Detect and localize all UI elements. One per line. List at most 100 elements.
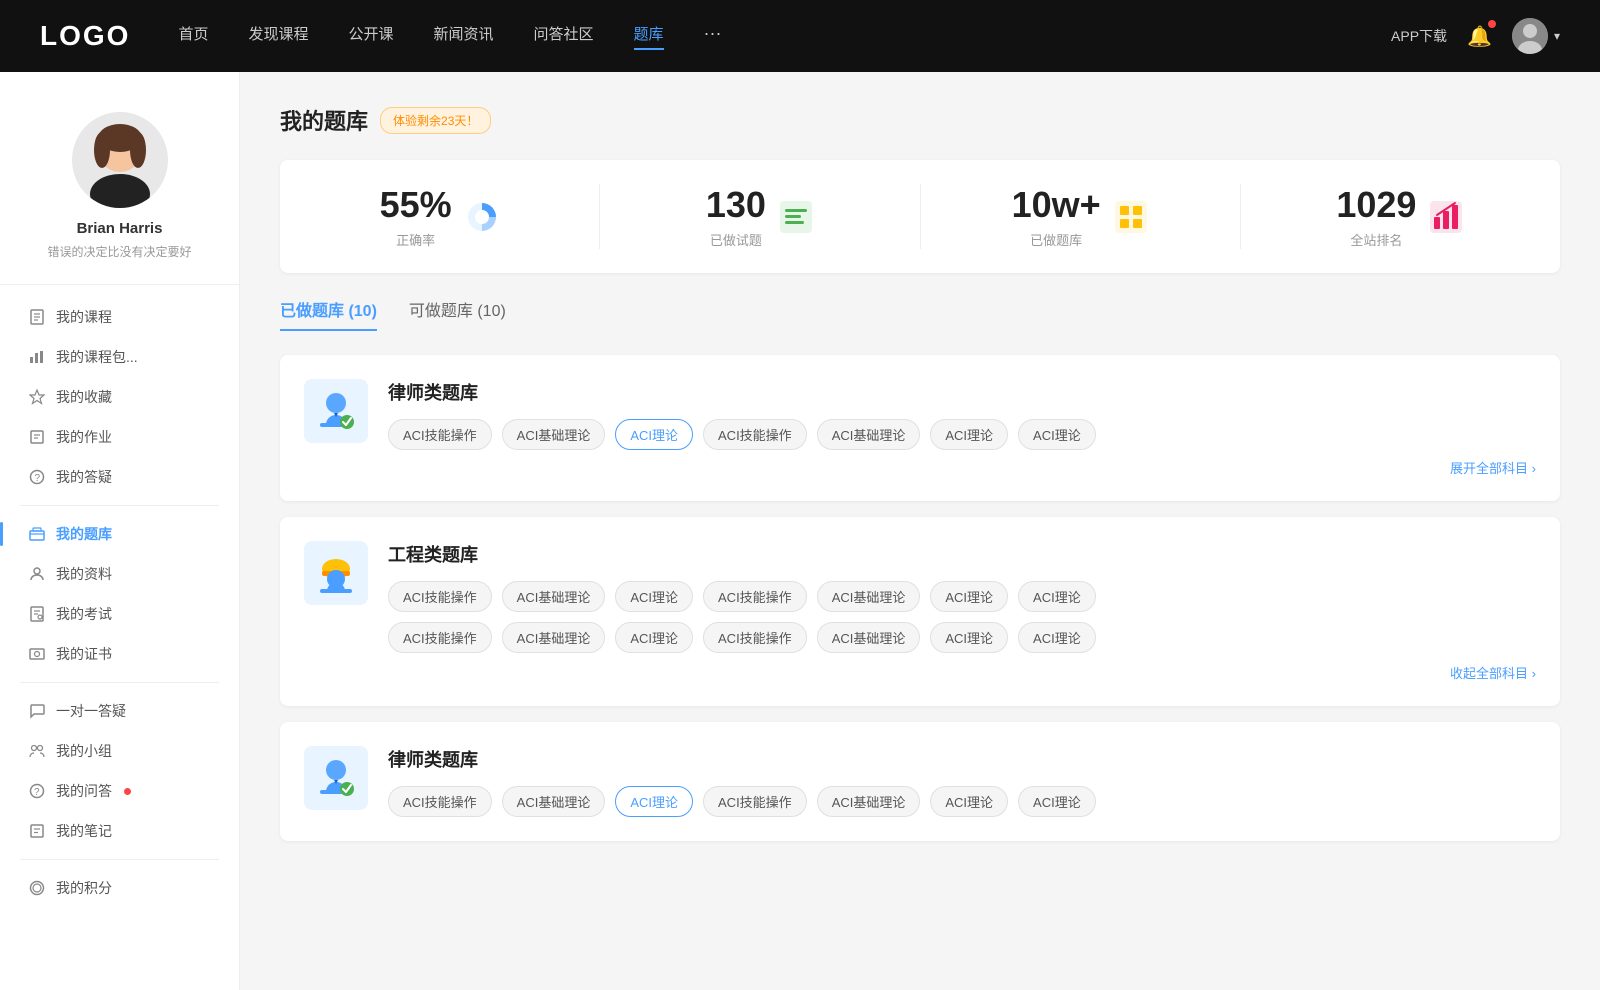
tag-item[interactable]: ACI技能操作 bbox=[388, 622, 492, 653]
nav-bank[interactable]: 题库 bbox=[634, 23, 664, 50]
avatar-area[interactable]: ▾ bbox=[1512, 18, 1560, 54]
tag-item[interactable]: ACI基础理论 bbox=[817, 581, 921, 612]
tag-item[interactable]: ACI理论 bbox=[1018, 419, 1096, 450]
stat-ranking-number: 1029 bbox=[1336, 184, 1416, 226]
bank-lawyer2-info: 律师类题库 ACI技能操作 ACI基础理论 ACI理论 ACI技能操作 ACI基… bbox=[388, 746, 1536, 817]
sidebar-item-questions[interactable]: ? 我的问答 bbox=[0, 771, 239, 811]
app-download-button[interactable]: APP下载 bbox=[1391, 26, 1447, 46]
tag-item[interactable]: ACI理论 bbox=[930, 786, 1008, 817]
sidebar-item-profile[interactable]: 我的资料 bbox=[0, 554, 239, 594]
stat-accuracy: 55% 正确率 bbox=[280, 184, 600, 249]
tag-item[interactable]: ACI技能操作 bbox=[703, 581, 807, 612]
tag-item[interactable]: ACI技能操作 bbox=[703, 622, 807, 653]
bank-card-lawyer-tags: ACI技能操作 ACI基础理论 ACI理论 ACI技能操作 ACI基础理论 AC… bbox=[388, 419, 1536, 450]
points-icon bbox=[28, 879, 46, 897]
profile-avatar bbox=[72, 112, 168, 208]
tag-item[interactable]: ACI基础理论 bbox=[502, 622, 606, 653]
sidebar-menu: 我的课程 我的课程包... 我的收藏 我的作业 bbox=[0, 285, 239, 920]
sidebar-item-points-label: 我的积分 bbox=[56, 878, 112, 898]
tag-item[interactable]: ACI技能操作 bbox=[388, 581, 492, 612]
sidebar-item-course-pack[interactable]: 我的课程包... bbox=[0, 337, 239, 377]
bank-card-lawyer-name: 律师类题库 bbox=[388, 379, 1536, 405]
stat-banks-number: 10w+ bbox=[1012, 184, 1101, 226]
bank-icon bbox=[28, 525, 46, 543]
tag-item[interactable]: ACI理论 bbox=[930, 581, 1008, 612]
sidebar-item-points[interactable]: 我的积分 bbox=[0, 868, 239, 908]
tag-item[interactable]: ACI基础理论 bbox=[817, 622, 921, 653]
bank-card-lawyer: 律师类题库 ACI技能操作 ACI基础理论 ACI理论 ACI技能操作 ACI基… bbox=[280, 355, 1560, 501]
tag-item[interactable]: ACI基础理论 bbox=[502, 581, 606, 612]
tag-item[interactable]: ACI理论 bbox=[930, 419, 1008, 450]
nav-items: 首页 发现课程 公开课 新闻资讯 问答社区 题库 ··· bbox=[178, 23, 721, 50]
bar-up-icon bbox=[1428, 199, 1464, 235]
tag-item[interactable]: ACI基础理论 bbox=[502, 786, 606, 817]
tag-item[interactable]: ACI技能操作 bbox=[703, 786, 807, 817]
profile-name: Brian Harris bbox=[20, 220, 219, 237]
tag-item[interactable]: ACI技能操作 bbox=[388, 419, 492, 450]
homework-icon bbox=[28, 428, 46, 446]
tag-item[interactable]: ACI基础理论 bbox=[817, 419, 921, 450]
bank-card-lawyer2-name: 律师类题库 bbox=[388, 746, 1536, 772]
collapse-engineer-link[interactable]: 收起全部科目 › bbox=[388, 663, 1536, 682]
stat-accuracy-label: 正确率 bbox=[380, 230, 452, 249]
bank-card-engineer-header: 工程类题库 ACI技能操作 ACI基础理论 ACI理论 ACI技能操作 ACI基… bbox=[304, 541, 1536, 682]
bank-engineer-info: 工程类题库 ACI技能操作 ACI基础理论 ACI理论 ACI技能操作 ACI基… bbox=[388, 541, 1536, 682]
nav-qa[interactable]: 问答社区 bbox=[534, 23, 594, 50]
sidebar-item-group[interactable]: 我的小组 bbox=[0, 731, 239, 771]
tag-item[interactable]: ACI技能操作 bbox=[388, 786, 492, 817]
avatar bbox=[1512, 18, 1548, 54]
sidebar-item-cert[interactable]: 我的证书 bbox=[0, 634, 239, 674]
expand-lawyer-link[interactable]: 展开全部科目 › bbox=[388, 458, 1536, 477]
stat-banks-label: 已做题库 bbox=[1012, 230, 1101, 249]
logo: LOGO bbox=[40, 20, 130, 52]
tag-item[interactable]: ACI理论 bbox=[1018, 622, 1096, 653]
qa-icon: ? bbox=[28, 782, 46, 800]
page-title: 我的题库 bbox=[280, 104, 368, 136]
question-circle-icon: ? bbox=[28, 468, 46, 486]
nav-more[interactable]: ··· bbox=[704, 23, 722, 50]
sidebar-item-qa-label: 我的答疑 bbox=[56, 467, 112, 487]
lawyer2-icon bbox=[304, 746, 368, 810]
stat-ranking-label: 全站排名 bbox=[1336, 230, 1416, 249]
tag-item[interactable]: ACI理论 bbox=[1018, 786, 1096, 817]
tag-item-active[interactable]: ACI理论 bbox=[615, 419, 693, 450]
tag-item[interactable]: ACI理论 bbox=[930, 622, 1008, 653]
exam-icon bbox=[28, 605, 46, 623]
tag-item[interactable]: ACI理论 bbox=[615, 581, 693, 612]
sidebar-item-bank[interactable]: 我的题库 bbox=[0, 514, 239, 554]
tag-item[interactable]: ACI技能操作 bbox=[703, 419, 807, 450]
tab-done-banks[interactable]: 已做题库 (10) bbox=[280, 297, 377, 331]
sidebar-item-one-on-one[interactable]: 一对一答疑 bbox=[0, 691, 239, 731]
nav-discover[interactable]: 发现课程 bbox=[248, 23, 308, 50]
sidebar-item-favorites[interactable]: 我的收藏 bbox=[0, 377, 239, 417]
sidebar-item-exam[interactable]: 我的考试 bbox=[0, 594, 239, 634]
sidebar-item-homework[interactable]: 我的作业 bbox=[0, 417, 239, 457]
content-area: 我的题库 体验剩余23天！ 55% 正确率 bbox=[240, 72, 1600, 990]
tag-item[interactable]: ACI理论 bbox=[615, 622, 693, 653]
sidebar-item-exam-label: 我的考试 bbox=[56, 604, 112, 624]
bank-card-lawyer2-header: 律师类题库 ACI技能操作 ACI基础理论 ACI理论 ACI技能操作 ACI基… bbox=[304, 746, 1536, 817]
sidebar-item-cert-label: 我的证书 bbox=[56, 644, 112, 664]
page-header: 我的题库 体验剩余23天！ bbox=[280, 104, 1560, 136]
nav-news[interactable]: 新闻资讯 bbox=[434, 23, 494, 50]
sidebar-item-homework-label: 我的作业 bbox=[56, 427, 112, 447]
nav-open[interactable]: 公开课 bbox=[348, 23, 393, 50]
chat-icon bbox=[28, 702, 46, 720]
bank-card-header: 律师类题库 ACI技能操作 ACI基础理论 ACI理论 ACI技能操作 ACI基… bbox=[304, 379, 1536, 477]
sidebar-item-questions-label: 我的问答 bbox=[56, 781, 112, 801]
list-chart-icon bbox=[778, 199, 814, 235]
tag-item-active[interactable]: ACI理论 bbox=[615, 786, 693, 817]
tab-available-banks[interactable]: 可做题库 (10) bbox=[409, 297, 506, 331]
tag-item[interactable]: ACI基础理论 bbox=[817, 786, 921, 817]
tag-item[interactable]: ACI理论 bbox=[1018, 581, 1096, 612]
pie-chart-icon bbox=[464, 199, 500, 235]
tag-item[interactable]: ACI基础理论 bbox=[502, 419, 606, 450]
bank-card-engineer-tags-row2: ACI技能操作 ACI基础理论 ACI理论 ACI技能操作 ACI基础理论 AC… bbox=[388, 622, 1536, 653]
bell-icon[interactable]: 🔔 bbox=[1467, 24, 1492, 49]
sidebar-item-qa[interactable]: ? 我的答疑 bbox=[0, 457, 239, 497]
nav-home[interactable]: 首页 bbox=[178, 23, 208, 50]
menu-divider-3 bbox=[20, 859, 219, 860]
sidebar-item-courses[interactable]: 我的课程 bbox=[0, 297, 239, 337]
sidebar-item-notes[interactable]: 我的笔记 bbox=[0, 811, 239, 851]
sidebar: Brian Harris 错误的决定比没有决定要好 我的课程 我的课程包... bbox=[0, 72, 240, 990]
